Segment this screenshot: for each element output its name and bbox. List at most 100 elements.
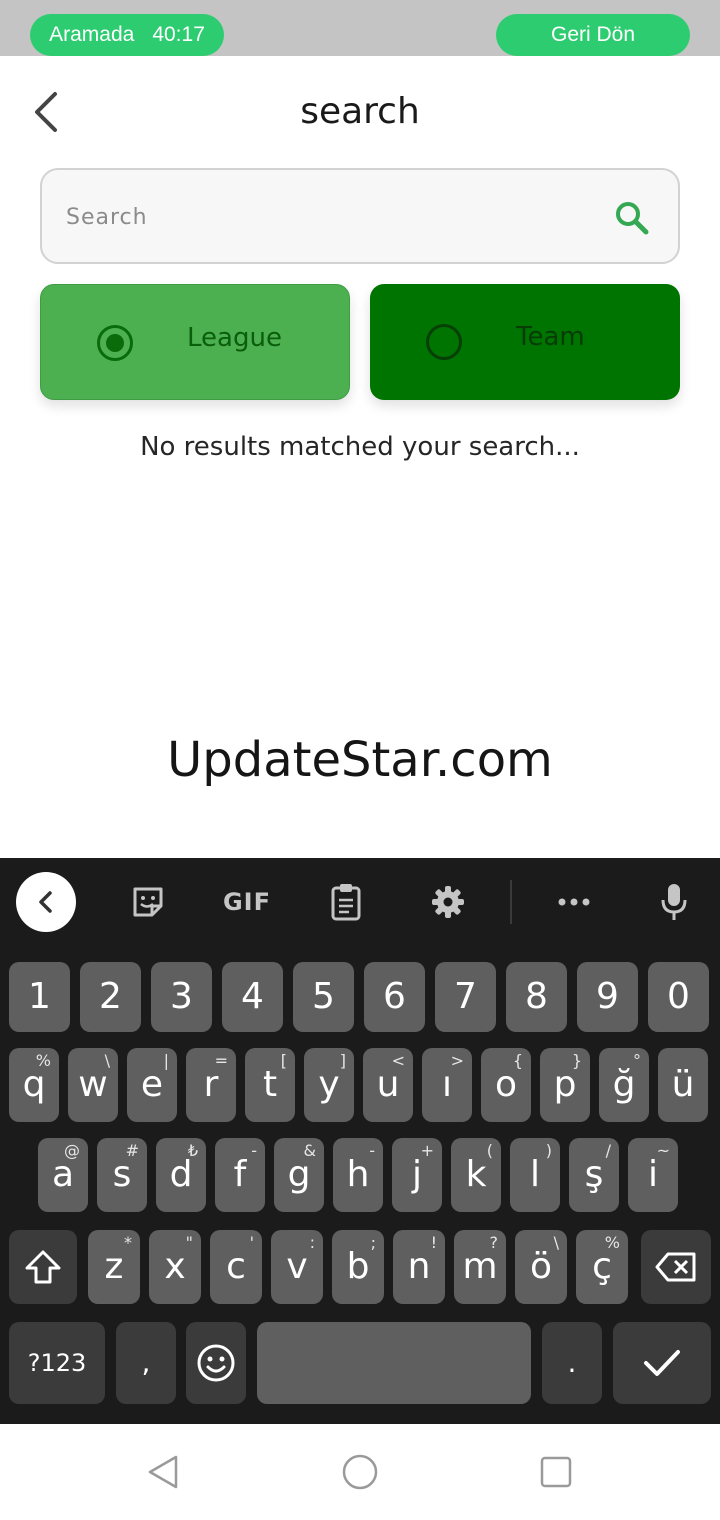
key-p[interactable]: p} [540,1048,590,1122]
nav-recents-icon[interactable] [539,1455,573,1489]
key-0[interactable]: 0 [648,962,709,1032]
search-icon[interactable] [612,198,652,238]
key-1[interactable]: 1 [9,962,70,1032]
key-k[interactable]: k( [451,1138,501,1212]
key-label: c [226,1246,246,1287]
key-ö[interactable]: ö \ [515,1230,567,1304]
key-alt-label: " [185,1233,193,1252]
key-label: j [411,1154,422,1195]
key-label: m [462,1246,498,1287]
key-alt-label: ; [370,1233,376,1252]
more-options-button[interactable] [546,872,602,932]
key-label: r [203,1064,219,1105]
search-box[interactable] [40,168,680,264]
key-alt-label: - [369,1141,375,1160]
key-label: x [164,1246,186,1287]
key-6[interactable]: 6 [364,962,425,1032]
chevron-left-icon [39,891,52,913]
key-alt-label: ] [339,1051,346,1070]
nav-home-icon[interactable] [341,1453,379,1491]
clipboard-icon [331,884,361,921]
key-label: v [286,1246,308,1287]
ongoing-call-pill[interactable]: Aramada 40:17 [30,14,224,56]
key-z[interactable]: z * [88,1230,140,1304]
key-c[interactable]: c ' [210,1230,262,1304]
checkmark-icon [644,1350,680,1376]
keyboard-collapse-button[interactable] [16,872,76,932]
key-g[interactable]: g & [274,1138,324,1212]
key-q[interactable]: q% [9,1048,59,1122]
key-alt-label: - [251,1141,257,1160]
key-ı[interactable]: ı > [422,1048,472,1122]
key-e[interactable]: e | [127,1048,177,1122]
key-alt-label: ! [430,1233,437,1252]
call-status-bar: Aramada 40:17 Geri Dön [0,0,720,56]
key-n[interactable]: n! [393,1230,445,1304]
key-s[interactable]: s # [97,1138,147,1212]
search-input[interactable] [64,200,584,234]
key-label: b [346,1246,370,1287]
gif-button[interactable]: GIF [216,872,278,932]
key-7[interactable]: 7 [435,962,496,1032]
key-2[interactable]: 2 [80,962,141,1032]
key-label: 2 [99,976,122,1017]
voice-input-button[interactable] [646,872,702,932]
key-r[interactable]: r = [186,1048,236,1122]
backspace-key[interactable] [641,1230,711,1304]
key-5[interactable]: 5 [293,962,354,1032]
key-ş[interactable]: ş / [569,1138,619,1212]
key-3[interactable]: 3 [151,962,212,1032]
symbols-key[interactable]: ?123 [9,1322,105,1404]
key-y[interactable]: y] [304,1048,354,1122]
key-label: 3 [170,976,193,1017]
key-v[interactable]: v: [271,1230,323,1304]
team-toggle-button[interactable]: Team [370,284,680,400]
comma-key[interactable]: , [116,1322,176,1404]
key-4[interactable]: 4 [222,962,283,1032]
key-t[interactable]: t[ [245,1048,295,1122]
space-key[interactable] [257,1322,531,1404]
key-b[interactable]: b; [332,1230,384,1304]
key-a[interactable]: a @ [38,1138,88,1212]
key-label: ü [671,1064,695,1105]
key-label: o [494,1064,518,1105]
sticker-button[interactable] [120,872,176,932]
key-9[interactable]: 9 [577,962,638,1032]
key-d[interactable]: d ₺ [156,1138,206,1212]
key-u[interactable]: u < [363,1048,413,1122]
key-i[interactable]: i ~ [628,1138,678,1212]
key-8[interactable]: 8 [506,962,567,1032]
enter-key[interactable] [613,1322,711,1404]
key-label: 4 [241,976,264,1017]
clipboard-button[interactable] [318,872,374,932]
key-x[interactable]: x " [149,1230,201,1304]
emoji-key[interactable] [186,1322,246,1404]
key-w[interactable]: w \ [68,1048,118,1122]
nav-back-icon[interactable] [146,1454,182,1490]
key-label: t [262,1064,278,1105]
key-alt-label: [ [280,1051,287,1070]
key-j[interactable]: j + [392,1138,442,1212]
key-l[interactable]: l) [510,1138,560,1212]
league-toggle-button[interactable]: League [40,284,350,400]
key-ğ[interactable]: ğ ° [599,1048,649,1122]
key-f[interactable]: f- [215,1138,265,1212]
settings-button[interactable] [420,872,476,932]
key-alt-label: ' [249,1233,254,1252]
key-label: ö [529,1246,553,1287]
shift-key[interactable] [9,1230,77,1304]
shift-icon [25,1250,61,1284]
key-o[interactable]: o{ [481,1048,531,1122]
key-label: y [318,1064,340,1105]
period-key[interactable]: . [542,1322,602,1404]
key-ü[interactable]: ü [658,1048,708,1122]
key-m[interactable]: m? [454,1230,506,1304]
key-ç[interactable]: ç% [576,1230,628,1304]
key-alt-label: ) [545,1141,552,1160]
return-to-call-button[interactable]: Geri Dön [496,14,690,56]
emoji-icon [197,1344,235,1382]
key-h[interactable]: h- [333,1138,383,1212]
key-alt-label: ₺ [187,1141,198,1160]
key-label: k [465,1154,487,1195]
call-status-text: Aramada [49,23,135,46]
